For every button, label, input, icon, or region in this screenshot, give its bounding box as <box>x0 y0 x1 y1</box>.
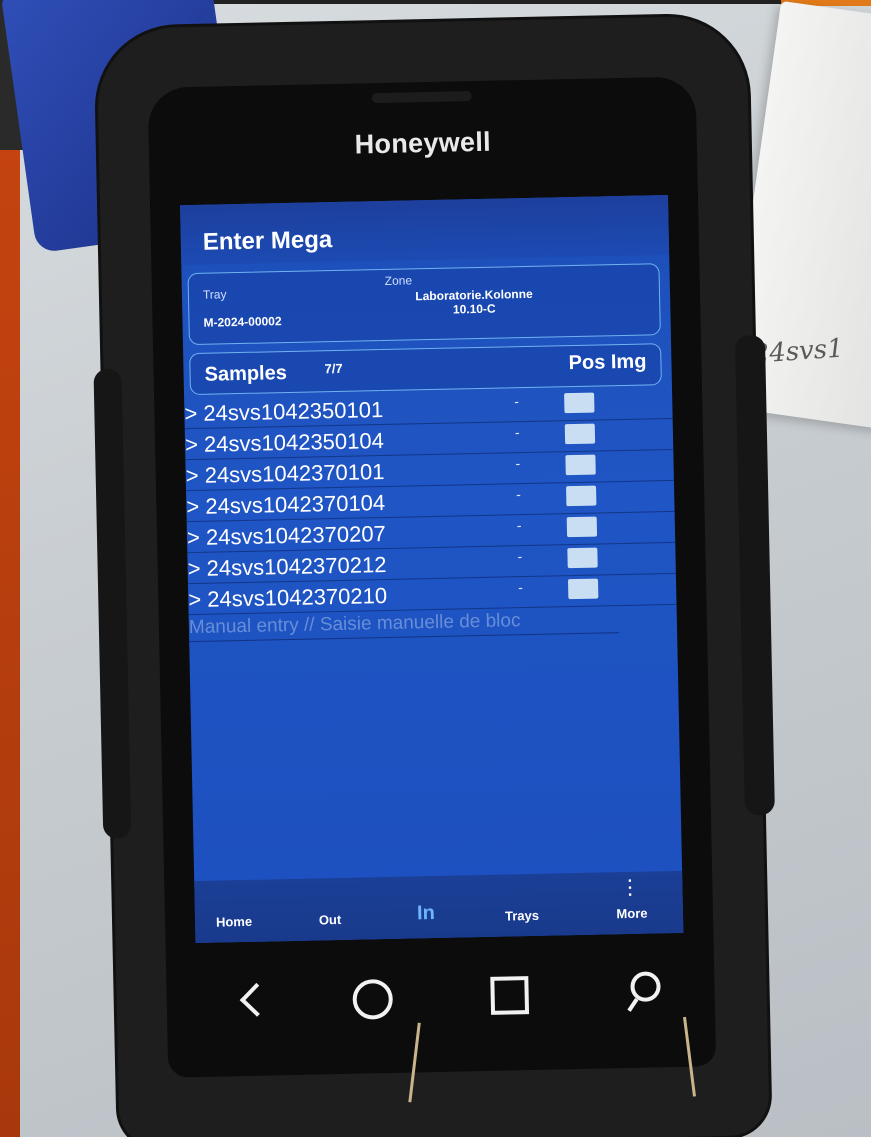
system-nav-bar <box>166 956 715 1037</box>
samples-header: Samples 7/7 Pos Img <box>189 343 662 396</box>
handheld-device: Honeywell Enter Mega Tray M-2024-00002 Z… <box>93 15 775 1137</box>
sample-pos: - <box>516 517 522 534</box>
tray-zone-card: Tray M-2024-00002 Zone Laboratorie.Kolon… <box>187 263 661 346</box>
sample-id: > 24svs1042370212 <box>187 551 387 582</box>
image-thumbnail-icon[interactable] <box>564 392 595 414</box>
nav-trays[interactable]: Trays <box>487 907 557 924</box>
sample-list: > 24svs1042350101 - > 24svs1042350104 - … <box>184 387 677 616</box>
image-thumbnail-icon[interactable] <box>567 547 598 569</box>
image-thumbnail-icon[interactable] <box>567 578 599 600</box>
device-brand-logo: Honeywell <box>354 126 492 160</box>
sample-pos: - <box>516 486 522 503</box>
sample-pos: - <box>514 424 520 441</box>
nav-out[interactable]: Out <box>295 911 365 927</box>
sample-pos: - <box>517 548 523 565</box>
sample-id: > 24svs1042350101 <box>184 397 384 427</box>
orange-strip <box>0 0 20 1137</box>
app-screen: Enter Mega Tray M-2024-00002 Zone Labora… <box>180 194 684 944</box>
zone-label: Zone <box>384 273 413 288</box>
sample-pos: - <box>514 393 520 410</box>
image-thumbnail-icon[interactable] <box>565 454 596 476</box>
samples-count: 7/7 <box>324 360 343 377</box>
app-header: Enter Mega <box>180 194 670 266</box>
more-vertical-icon[interactable]: · · · <box>620 873 640 904</box>
tray-label: Tray <box>202 287 227 302</box>
sample-pos: - <box>515 455 521 472</box>
tray-value: M-2024-00002 <box>203 314 282 330</box>
nav-more[interactable]: More <box>597 905 667 922</box>
image-thumbnail-icon[interactable] <box>564 423 596 445</box>
speaker-grill <box>371 91 472 104</box>
photo-scene: 24svs1 Honeywell Enter Mega Tray M-2024-… <box>0 0 871 1137</box>
cable-right <box>682 1016 696 1097</box>
nav-in[interactable]: In <box>391 901 461 925</box>
bottom-nav: · · · Home Out In Trays More <box>194 870 684 944</box>
image-thumbnail-icon[interactable] <box>566 485 597 507</box>
back-icon[interactable] <box>226 975 277 1026</box>
device-side-left <box>93 368 132 839</box>
sample-id: > 24svs1042370101 <box>185 458 385 489</box>
pos-img-header: Pos Img <box>568 350 647 375</box>
sample-id: > 24svs1042370210 <box>188 582 388 613</box>
sample-id: > 24svs1042370207 <box>186 520 387 551</box>
device-bezel: Honeywell Enter Mega Tray M-2024-00002 Z… <box>147 76 717 1103</box>
sample-id: > 24svs1042370104 <box>186 489 386 520</box>
sample-pos: - <box>517 579 523 596</box>
page-title: Enter Mega <box>202 226 333 256</box>
home-circle-icon[interactable] <box>346 973 397 1024</box>
nav-home[interactable]: Home <box>199 914 269 930</box>
recents-square-icon[interactable] <box>484 970 535 1021</box>
zone-value: Laboratorie.Kolonne 10.10-C <box>389 286 560 318</box>
search-icon[interactable] <box>618 967 669 1018</box>
cable-left <box>408 1022 421 1103</box>
samples-title: Samples <box>204 362 288 386</box>
box-handwritten-label: 24svs1 <box>751 333 845 370</box>
sample-id: > 24svs1042350104 <box>184 428 385 458</box>
image-thumbnail-icon[interactable] <box>566 516 598 538</box>
